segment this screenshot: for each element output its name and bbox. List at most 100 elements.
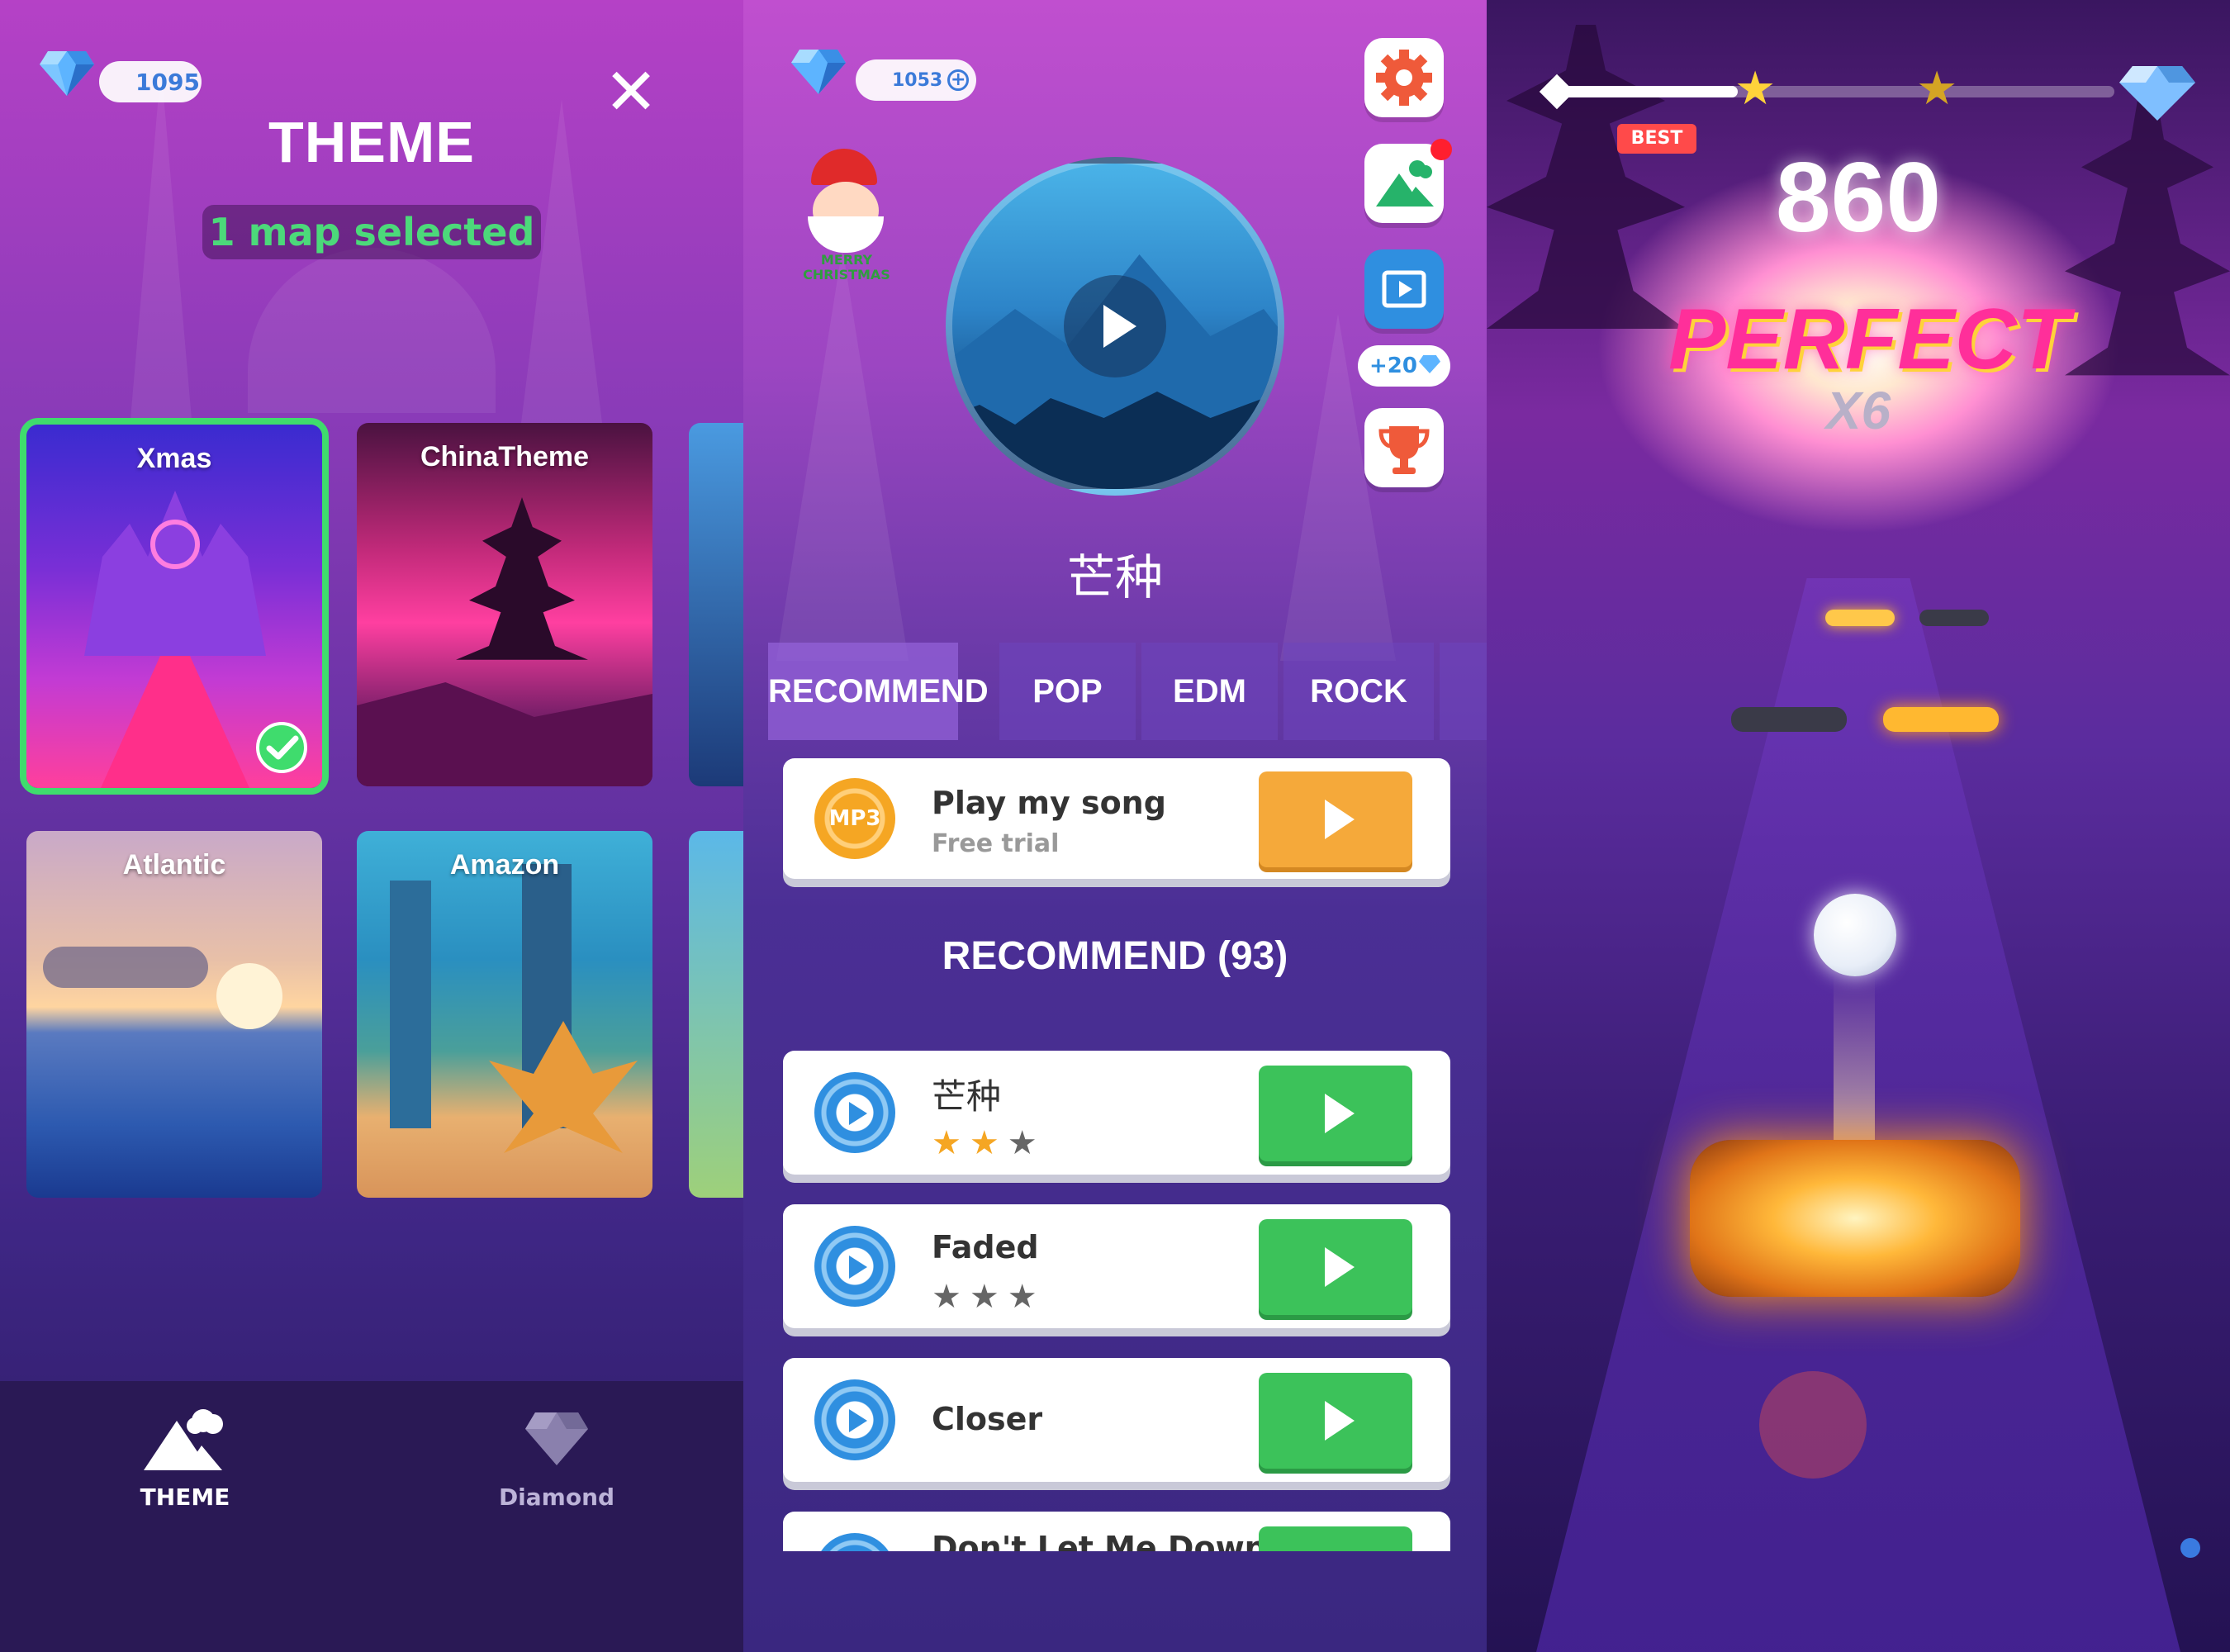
card-label: Xmas	[136, 443, 212, 474]
play-button[interactable]	[1259, 1066, 1412, 1161]
song-name: Closer	[932, 1401, 1043, 1437]
star-icon: ★	[1007, 1124, 1046, 1162]
theme-card-xmas[interactable]: Xmas	[20, 418, 329, 795]
song-name: 芒种	[932, 1076, 1002, 1117]
play-icon	[1325, 800, 1355, 839]
leaderboard-button[interactable]	[1364, 408, 1444, 487]
current-song-title: 芒种	[1066, 549, 1163, 605]
song-row[interactable]: 芒种 ★★★	[783, 1051, 1450, 1175]
song-row[interactable]: Closer	[783, 1358, 1450, 1482]
theme-card-partial[interactable]	[689, 423, 743, 786]
theme-screen: 1095 THEME ✕ 1 map selected Xmas ChinaTh…	[0, 0, 743, 1652]
cloud-shape	[43, 947, 208, 988]
song-name: Don't Let Me Down	[932, 1530, 1267, 1551]
best-badge: BEST	[1617, 124, 1696, 154]
crown-diamond-icon	[2119, 66, 2195, 121]
song-disc-icon	[814, 1226, 895, 1307]
video-reward-button[interactable]	[1364, 249, 1444, 329]
glow-orb	[1759, 1371, 1867, 1479]
theme-button[interactable]	[1364, 139, 1452, 223]
star-icon: ★	[969, 1124, 1008, 1162]
combo-multiplier: X6	[1825, 381, 1891, 440]
star-rating: ★★★	[932, 1280, 1046, 1313]
star-icon: ★	[969, 1278, 1008, 1316]
santa-beard	[808, 216, 884, 253]
bg-arch	[248, 248, 496, 413]
gameplay-screen: ★ ★ BEST 860 PERFECT X6	[1487, 0, 2230, 1652]
card-label: Atlantic	[122, 849, 226, 881]
trophy-icon	[1378, 426, 1430, 474]
pagoda-silhouette	[1487, 25, 1685, 329]
song-disc-preview[interactable]	[946, 157, 1284, 496]
pagoda-silhouette	[2065, 91, 2230, 376]
song-select-screen: 1053 + MERRY CHRISTMAS +20 芒种 RECOMMEND …	[743, 0, 1487, 1652]
row-subtitle: Free trial	[932, 829, 1060, 858]
card-label: ChinaTheme	[420, 441, 590, 472]
reward-text: +20	[1369, 354, 1417, 378]
card-background	[26, 831, 322, 1198]
settings-button[interactable]	[1364, 38, 1444, 117]
row-title: Play my song	[932, 785, 1166, 821]
star-icon: ★	[1734, 62, 1777, 116]
play-my-song-button[interactable]	[1259, 771, 1412, 867]
score-counter: 860	[1775, 142, 1942, 253]
song-row[interactable]: Don't Let Me Down	[783, 1512, 1450, 1551]
song-disc-icon	[814, 1533, 895, 1551]
add-diamond-icon[interactable]: +	[947, 69, 970, 91]
diamond-count: 1095	[99, 61, 202, 102]
rose-window	[150, 520, 200, 569]
list-heading: RECOMMEND (93)	[942, 934, 1288, 978]
tab-pop[interactable]: POP	[999, 643, 1136, 740]
theme-card-partial[interactable]	[689, 831, 743, 1198]
play-button[interactable]	[1259, 1373, 1412, 1469]
bg-tree	[776, 248, 909, 661]
progress-bar	[1553, 86, 2114, 97]
landing-tile	[1690, 1140, 2020, 1297]
diamond-count-text: 1053	[892, 69, 943, 91]
mp3-badge: MP3	[814, 778, 895, 859]
tree-trunk	[390, 881, 431, 1128]
play-button[interactable]	[1259, 1526, 1412, 1551]
tab-more[interactable]	[1440, 643, 1487, 740]
tab-recommend[interactable]: RECOMMEND	[768, 643, 989, 740]
song-disc-icon	[814, 1379, 895, 1460]
tab-edm[interactable]: EDM	[1141, 643, 1278, 740]
player-ball	[1814, 894, 1896, 976]
video-reward-amount: +20	[1358, 345, 1450, 387]
song-row-clipped[interactable]: Don't Let Me Down	[783, 1512, 1450, 1551]
particle-dot	[2180, 1538, 2200, 1558]
diamond-count: 1053 +	[856, 59, 976, 101]
card-label: Amazon	[449, 849, 560, 881]
beat-tile	[1919, 610, 1989, 626]
tab-rock[interactable]: ROCK	[1283, 643, 1434, 740]
star-rating: ★★★	[932, 1127, 1046, 1160]
theme-card-amazon[interactable]: Amazon	[357, 831, 652, 1198]
notification-dot	[1431, 139, 1452, 160]
christmas-event-badge[interactable]: MERRY CHRISTMAS	[793, 145, 900, 286]
play-button[interactable]	[1259, 1219, 1412, 1315]
diamond-icon	[1419, 355, 1440, 373]
mountain-icon	[144, 1409, 223, 1470]
diamond-icon	[525, 1412, 588, 1465]
tab-theme[interactable]: THEME	[94, 1404, 276, 1511]
beat-tile	[1825, 610, 1895, 626]
judgement-text: PERFECT	[1668, 292, 2070, 387]
sun-shape	[216, 963, 282, 1029]
play-icon[interactable]	[1064, 275, 1166, 377]
video-icon	[1382, 270, 1426, 308]
song-name: Faded	[932, 1229, 1039, 1265]
beat-tile	[1731, 707, 1847, 732]
beat-tile	[1883, 707, 1999, 732]
theme-card-atlantic[interactable]: Atlantic	[26, 831, 322, 1198]
page-title: THEME	[268, 110, 475, 174]
selection-status: 1 map selected	[202, 205, 541, 259]
star-icon: ★	[1916, 62, 1958, 116]
diamond-icon	[791, 50, 846, 94]
song-row[interactable]: Faded ★★★	[783, 1204, 1450, 1328]
santa-hat	[811, 149, 877, 185]
close-button[interactable]: ✕	[601, 60, 661, 125]
theme-card-chinatheme[interactable]: ChinaTheme	[357, 423, 652, 786]
settings-gear-icon	[1376, 50, 1432, 106]
tab-diamond[interactable]: Diamond	[466, 1404, 648, 1511]
play-my-song-row[interactable]: MP3 Play my song Free trial	[783, 758, 1450, 879]
